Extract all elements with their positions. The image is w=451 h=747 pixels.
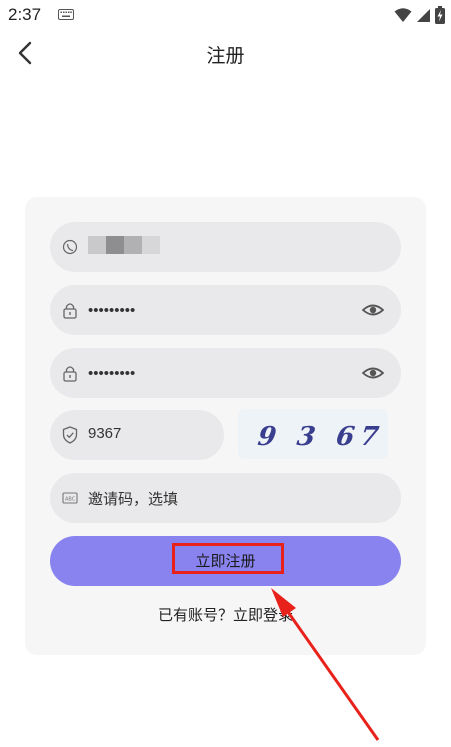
register-button[interactable]: 立即注册 — [50, 536, 401, 586]
login-link[interactable]: 已有账号？立即登录 — [0, 604, 451, 625]
shield-icon — [62, 426, 78, 444]
status-bar: 2:37 — [0, 0, 451, 30]
battery-charging-icon — [435, 6, 445, 24]
password-value: ••••••••• — [88, 302, 136, 319]
phone-icon — [62, 239, 78, 255]
signal-icon — [417, 9, 430, 22]
captcha-value: 9367 — [88, 425, 122, 442]
invite-code-field[interactable]: ABC 邀请码，选填 — [50, 473, 401, 523]
app-header: 注册 — [0, 30, 451, 76]
invite-code-placeholder: 邀请码，选填 — [88, 491, 179, 508]
confirm-password-value: ••••••••• — [88, 365, 136, 382]
captcha-graphic: 9 3 67 — [256, 421, 387, 452]
phone-field[interactable] — [50, 222, 401, 272]
invite-code-icon: ABC — [62, 492, 78, 504]
captcha-image-text: 9 3 67 — [256, 421, 387, 452]
status-time: 2:37 — [8, 5, 42, 24]
page-title: 注册 — [206, 45, 245, 67]
password-field[interactable]: ••••••••• — [50, 285, 401, 335]
confirm-password-field[interactable]: ••••••••• — [50, 348, 401, 398]
svg-text:ABC: ABC — [65, 497, 76, 503]
phone-number-obscured — [88, 236, 160, 256]
captcha-input[interactable]: 9367 — [50, 410, 224, 460]
keyboard-icon — [58, 9, 74, 20]
wifi-icon — [394, 8, 412, 22]
register-button-label: 立即注册 — [195, 552, 256, 570]
show-password-eye-icon[interactable] — [362, 300, 384, 320]
show-password-eye-icon[interactable] — [362, 363, 384, 383]
lock-icon — [63, 366, 77, 382]
lock-icon — [63, 303, 77, 319]
captcha-image[interactable]: 9 3 67 — [238, 409, 388, 459]
